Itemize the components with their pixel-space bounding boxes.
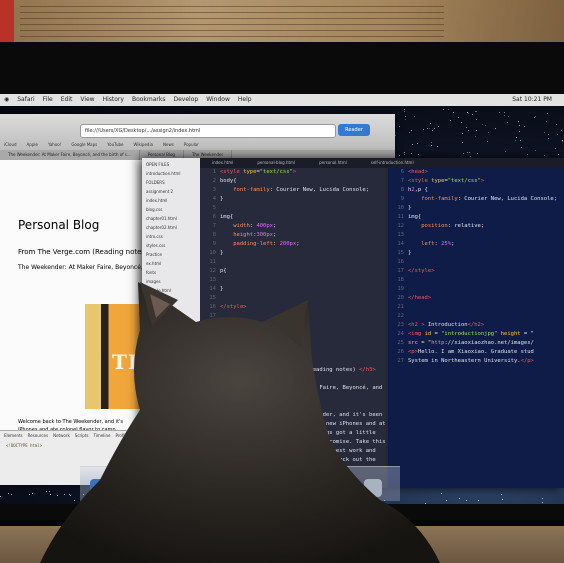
- cat-silhouette: [40, 282, 440, 563]
- cat-body: [40, 282, 440, 563]
